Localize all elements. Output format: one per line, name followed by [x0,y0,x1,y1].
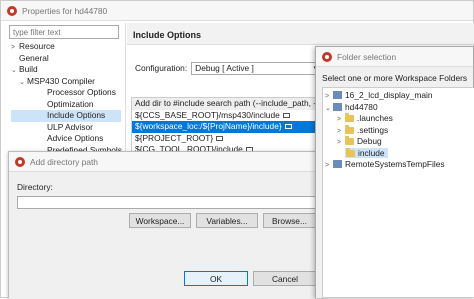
tree-item-advice-options[interactable]: Advice Options [11,133,121,145]
properties-titlebar[interactable]: Properties for hd44780 [1,1,473,21]
folder-open-icon [346,147,355,157]
folder-tree: >16_2_lcd_display_main ⌄ hd44780 > .launch… [322,87,474,298]
edit-icon [282,112,290,118]
sidebar-divider [125,23,126,153]
browse-button[interactable]: Browse... [263,213,316,228]
ok-button[interactable]: OK [184,271,248,286]
collapsed-arrow-icon[interactable]: > [325,91,333,103]
edit-icon [284,124,292,129]
project-icon [333,91,342,99]
folder-item-remote-systems-temp-files[interactable]: > RemoteSystemsTempFiles [325,159,473,171]
folder-item-launches[interactable]: > .launches [325,113,473,125]
directory-label: Directory: [17,182,53,192]
project-icon [333,160,342,168]
expanded-arrow-icon[interactable]: ⌄ [19,77,27,89]
folder-selection-body: Select one or more Workspace Folders >16… [316,67,474,298]
include-path-item[interactable]: ${PROJECT_ROOT} [132,133,320,145]
folder-selection-titlebar[interactable]: Folder selection [316,47,473,67]
collapsed-arrow-icon[interactable]: > [337,114,345,126]
workspace-button[interactable]: Workspace... [129,213,191,228]
tree-item-processor-options[interactable]: Processor Options [11,87,121,99]
folder-item-debug[interactable]: > Debug [325,136,473,148]
expanded-arrow-icon[interactable]: ⌄ [11,65,19,77]
tree-item-resource[interactable]: > Resource [11,41,121,53]
folder-selection-prompt: Select one or more Workspace Folders [322,73,468,83]
tree-item-msp430-compiler[interactable]: ⌄ MSP430 Compiler [11,76,121,88]
expanded-arrow-icon[interactable]: ⌄ [325,103,333,115]
tree-item-include-options[interactable]: Include Options [11,110,121,122]
add-directory-title: Add directory path [30,156,98,167]
folder-icon [345,113,354,122]
configuration-label: Configuration: [135,63,188,73]
add-directory-body: Directory: Workspace... Variables... Bro… [9,172,322,299]
variables-button[interactable]: Variables... [196,213,258,228]
app-icon [15,156,25,167]
folder-selection-dialog: Folder selection Select one or more Work… [315,46,474,298]
properties-title: Properties for hd44780 [22,5,108,16]
configuration-select[interactable]: Debug [ Active ] ▾ [191,61,322,75]
folder-icon [345,124,354,134]
folder-item-hd44780[interactable]: ⌄ hd44780 [325,102,473,114]
tree-item-optimization[interactable]: Optimization [11,99,121,111]
collapsed-arrow-icon[interactable]: > [325,160,333,172]
filter-input[interactable] [9,25,119,39]
directory-input[interactable] [17,196,316,209]
folder-icon [345,136,354,145]
tree-item-general[interactable]: General [11,53,121,65]
collapsed-arrow-icon[interactable]: > [11,42,19,54]
app-icon [322,51,332,62]
page-header: Include Options [127,23,474,45]
include-path-item[interactable]: ${CCS_BASE_ROOT}/msp430/include [132,110,320,122]
app-icon [7,5,17,16]
configuration-row: Configuration: Debug [ Active ] ▾ [135,60,327,76]
tree-item-build[interactable]: ⌄ Build [11,64,121,76]
collapsed-arrow-icon[interactable]: > [337,137,345,149]
tree-item-ulp-advisor[interactable]: ULP Advisor [11,122,121,134]
include-path-item-selected[interactable]: ${workspace_loc:/${ProjName}/include} [132,121,320,133]
project-icon [333,102,342,111]
folder-item-settings[interactable]: > .settings [325,124,473,137]
include-paths-list: Add dir to #include search path (--inclu… [131,97,321,155]
folder-item-16-2-lcd-display-main[interactable]: >16_2_lcd_display_main [325,90,473,102]
add-directory-dialog: Add directory path Directory: Workspace.… [8,151,323,299]
folder-selection-title: Folder selection [337,51,397,62]
include-paths-header: Add dir to #include search path (--inclu… [132,98,320,110]
edit-icon [216,135,224,141]
add-directory-titlebar[interactable]: Add directory path [9,152,322,172]
folder-item-include[interactable]: include [325,147,473,160]
cancel-button[interactable]: Cancel [253,271,317,286]
page-title: Include Options [133,30,202,40]
